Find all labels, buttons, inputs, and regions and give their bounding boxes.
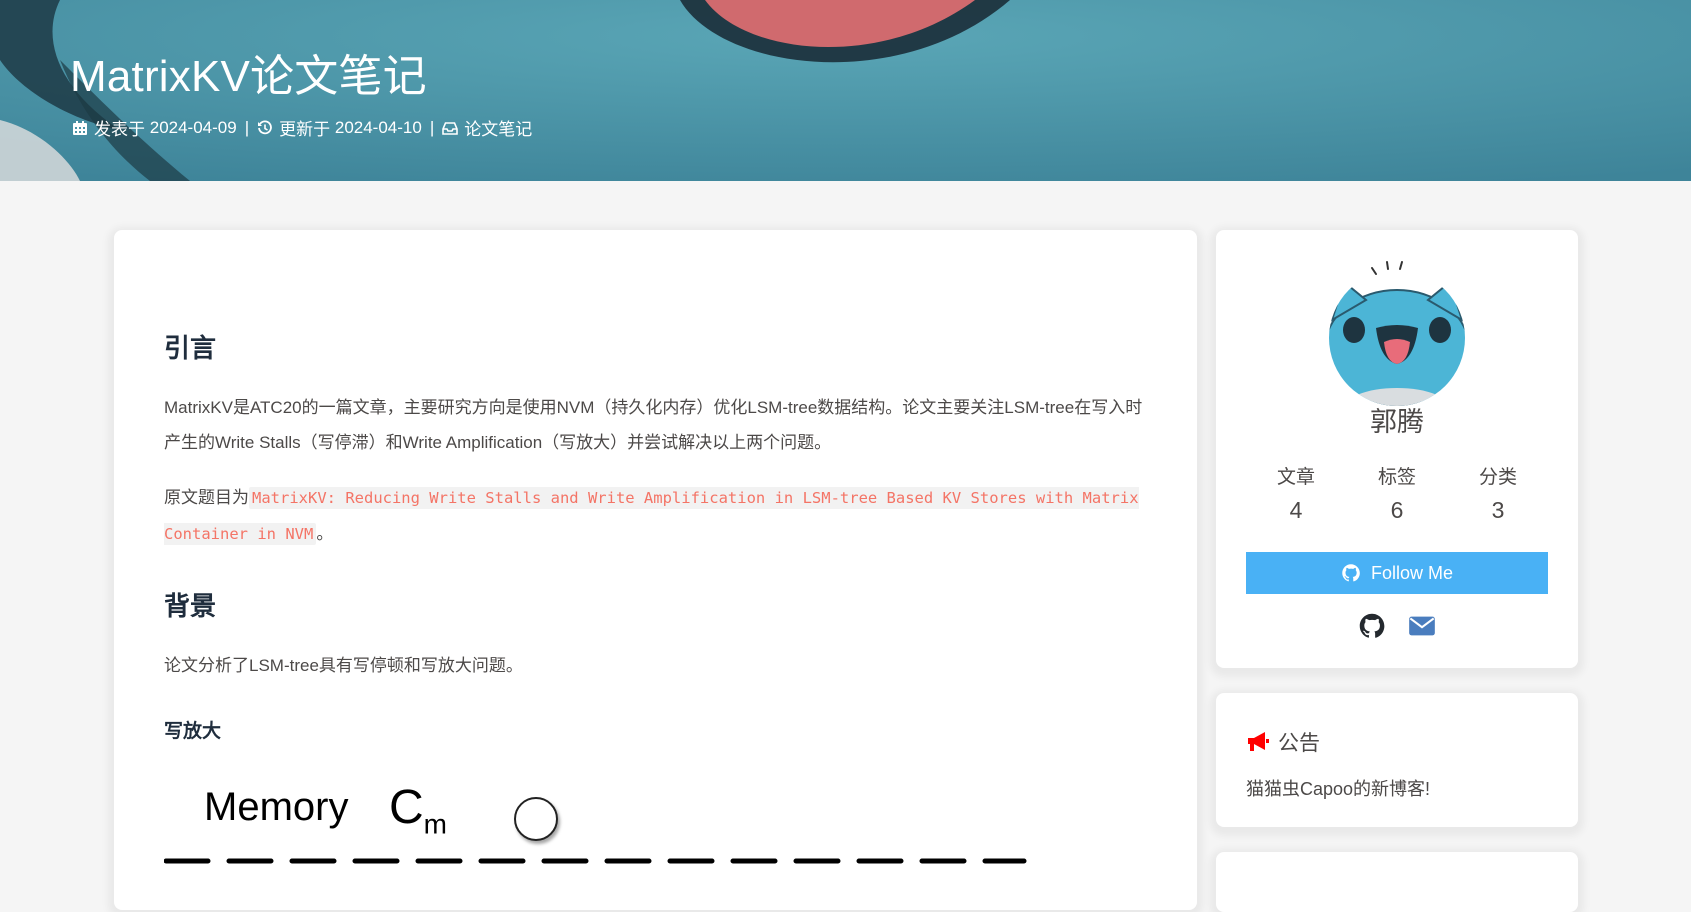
announcement-header: 公告 bbox=[1246, 727, 1320, 757]
original-title-prefix: 原文题目为 bbox=[164, 488, 249, 507]
figure-memory-label: Memory bbox=[204, 785, 349, 829]
updated-label: 更新于 bbox=[279, 120, 331, 139]
stat-value: 3 bbox=[1491, 497, 1505, 523]
header-banner: MatrixKV论文笔记 发表于 2024-04-09 | 更新于 2024-0… bbox=[0, 0, 1691, 181]
stat-label: 分类 bbox=[1478, 467, 1517, 488]
announcement-card: 公告 猫猫虫Capoo的新博客! bbox=[1216, 693, 1578, 827]
article-card: 引言 MatrixKV是ATC20的一篇文章，主要研究方向是使用NVM（持久化内… bbox=[114, 230, 1197, 910]
post-title: MatrixKV论文笔记 bbox=[70, 52, 427, 101]
author-card: 郭腾 文章 4 标签 6 分类 3 Follow Me bbox=[1216, 230, 1578, 668]
stat-label: 标签 bbox=[1377, 467, 1416, 488]
figure-cm-sub: m bbox=[423, 808, 447, 840]
original-title-code: MatrixKV: Reducing Write Stalls and Writ… bbox=[164, 487, 1139, 545]
paragraph-background: 论文分析了LSM-tree具有写停顿和写放大问题。 bbox=[164, 656, 523, 675]
paragraph-original-title: 原文题目为 MatrixKV: Reducing Write Stalls and… bbox=[164, 480, 1154, 552]
sidebar-card-partial bbox=[1216, 852, 1578, 912]
stat-tags[interactable]: 标签 6 bbox=[1347, 462, 1447, 524]
announcement-title: 公告 bbox=[1278, 732, 1320, 755]
heading-intro: 引言 bbox=[164, 333, 217, 363]
stat-posts[interactable]: 文章 4 bbox=[1246, 462, 1346, 524]
follow-me-button[interactable]: Follow Me bbox=[1246, 552, 1548, 594]
avatar bbox=[1329, 261, 1465, 406]
updated-date: 2024-04-10 bbox=[334, 117, 422, 137]
meta-separator: | bbox=[244, 117, 250, 137]
meta-separator: | bbox=[429, 117, 435, 137]
stat-value: 6 bbox=[1390, 497, 1404, 523]
published-label: 发表于 bbox=[94, 120, 145, 139]
figure-cm-label: Cm bbox=[389, 780, 447, 841]
updated-meta: 更新于 2024-04-10 bbox=[257, 115, 422, 140]
heading-write-amplification: 写放大 bbox=[164, 721, 222, 742]
paragraph-intro: MatrixKV是ATC20的一篇文章，主要研究方向是使用NVM（持久化内存）优… bbox=[164, 398, 1143, 452]
published-meta: 发表于 2024-04-09 bbox=[72, 115, 237, 140]
calendar-icon bbox=[73, 120, 87, 135]
follow-me-label: Follow Me bbox=[1370, 562, 1454, 583]
stat-categories[interactable]: 分类 3 bbox=[1448, 462, 1548, 524]
figure-circle bbox=[514, 797, 558, 841]
author-stats: 文章 4 标签 6 分类 3 bbox=[1246, 462, 1548, 524]
announcement-text: 猫猫虫Capoo的新博客! bbox=[1246, 779, 1431, 799]
category-meta[interactable]: 论文笔记 bbox=[442, 115, 532, 140]
heading-background: 背景 bbox=[164, 591, 217, 621]
post-meta: 发表于 2024-04-09 | 更新于 2024-04-10 | 论文笔记 bbox=[72, 115, 532, 140]
bullhorn-icon bbox=[1248, 732, 1269, 751]
stat-label: 文章 bbox=[1276, 467, 1315, 488]
stat-value: 4 bbox=[1289, 497, 1303, 523]
author-name: 郭腾 bbox=[1370, 407, 1424, 437]
github-icon bbox=[1342, 564, 1360, 582]
original-title-suffix: 。 bbox=[316, 524, 334, 543]
github-icon[interactable] bbox=[1358, 612, 1386, 640]
published-date: 2024-04-09 bbox=[149, 117, 237, 137]
envelope-icon[interactable] bbox=[1408, 612, 1436, 640]
inbox-icon bbox=[442, 121, 459, 135]
figure-cm-main: C bbox=[389, 781, 424, 834]
history-icon bbox=[258, 119, 272, 134]
category-link[interactable]: 论文笔记 bbox=[464, 115, 532, 140]
figure-dashed-line bbox=[164, 858, 1027, 864]
social-icons bbox=[1216, 612, 1578, 640]
